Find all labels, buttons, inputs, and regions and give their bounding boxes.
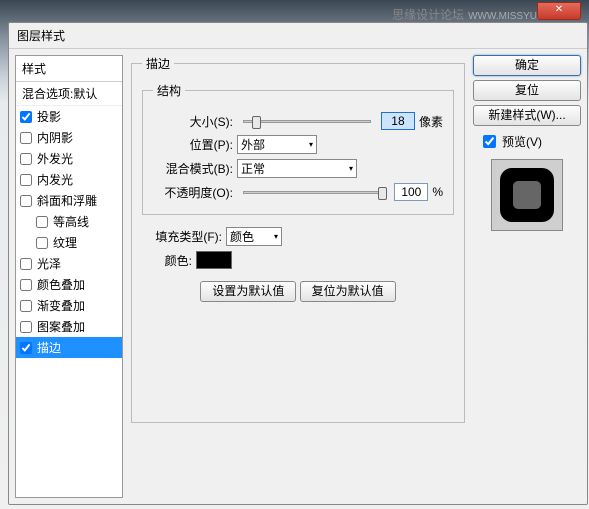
- size-thumb[interactable]: [252, 116, 261, 129]
- style-label: 描边: [37, 339, 61, 356]
- style-item-4[interactable]: 斜面和浮雕: [16, 190, 122, 211]
- filltype-select[interactable]: 颜色▾: [226, 227, 282, 246]
- size-unit: 像素: [419, 113, 443, 130]
- style-item-3[interactable]: 内发光: [16, 169, 122, 190]
- style-label: 颜色叠加: [37, 276, 85, 293]
- style-label: 光泽: [37, 255, 61, 272]
- preview-inner: [513, 181, 541, 209]
- settings-panel: 描边 结构 大小(S): 像素 位置(P): 外部▾ 混合模式(B):: [131, 55, 465, 498]
- structure-title: 结构: [153, 82, 185, 99]
- preview-shape: [500, 168, 554, 222]
- style-item-10[interactable]: 图案叠加: [16, 316, 122, 337]
- style-item-2[interactable]: 外发光: [16, 148, 122, 169]
- blendmode-label: 混合模式(B):: [153, 160, 233, 177]
- style-checkbox[interactable]: [36, 216, 48, 228]
- style-checkbox[interactable]: [20, 300, 32, 312]
- close-button[interactable]: ✕: [537, 2, 581, 20]
- opacity-input[interactable]: [394, 183, 428, 201]
- style-checkbox[interactable]: [20, 195, 32, 207]
- styles-header[interactable]: 样式: [16, 56, 122, 82]
- style-label: 纹理: [53, 234, 77, 251]
- dialog-title: 图层样式: [9, 23, 587, 49]
- style-checkbox[interactable]: [20, 174, 32, 186]
- cancel-button[interactable]: 复位: [473, 80, 581, 101]
- opacity-label: 不透明度(O):: [153, 184, 233, 201]
- size-slider[interactable]: [243, 120, 371, 123]
- reset-default-button[interactable]: 复位为默认值: [300, 281, 396, 302]
- style-checkbox[interactable]: [20, 153, 32, 165]
- style-label: 内发光: [37, 171, 73, 188]
- style-label: 内阴影: [37, 129, 73, 146]
- blend-options-item[interactable]: 混合选项:默认: [16, 82, 122, 106]
- style-label: 图案叠加: [37, 318, 85, 335]
- style-checkbox[interactable]: [20, 258, 32, 270]
- position-label: 位置(P):: [153, 136, 233, 153]
- ok-button[interactable]: 确定: [473, 55, 581, 76]
- blendmode-select[interactable]: 正常▾: [237, 159, 357, 178]
- style-checkbox[interactable]: [20, 321, 32, 333]
- style-checkbox[interactable]: [20, 279, 32, 291]
- size-label: 大小(S):: [153, 113, 233, 130]
- size-input[interactable]: [381, 112, 415, 130]
- style-item-11[interactable]: 描边: [16, 337, 122, 358]
- set-default-button[interactable]: 设置为默认值: [200, 281, 296, 302]
- style-checkbox[interactable]: [36, 237, 48, 249]
- style-item-7[interactable]: 光泽: [16, 253, 122, 274]
- styles-list: 样式 混合选项:默认 投影内阴影外发光内发光斜面和浮雕等高线纹理光泽颜色叠加渐变…: [15, 55, 123, 498]
- color-swatch[interactable]: [196, 251, 232, 269]
- opacity-slider[interactable]: [243, 191, 384, 194]
- style-item-8[interactable]: 颜色叠加: [16, 274, 122, 295]
- style-item-6[interactable]: 纹理: [16, 232, 122, 253]
- style-checkbox[interactable]: [20, 111, 32, 123]
- style-label: 等高线: [53, 213, 89, 230]
- style-item-5[interactable]: 等高线: [16, 211, 122, 232]
- preview-checkbox[interactable]: 预览(V): [479, 132, 581, 151]
- style-label: 渐变叠加: [37, 297, 85, 314]
- filltype-label: 填充类型(F):: [142, 228, 222, 245]
- style-item-9[interactable]: 渐变叠加: [16, 295, 122, 316]
- style-checkbox[interactable]: [20, 342, 32, 354]
- preview-box: [491, 159, 563, 231]
- style-item-0[interactable]: 投影: [16, 106, 122, 127]
- style-item-1[interactable]: 内阴影: [16, 127, 122, 148]
- panel-title: 描边: [142, 55, 174, 72]
- style-checkbox[interactable]: [20, 132, 32, 144]
- style-label: 斜面和浮雕: [37, 192, 97, 209]
- style-label: 投影: [37, 108, 61, 125]
- style-label: 外发光: [37, 150, 73, 167]
- position-select[interactable]: 外部▾: [237, 135, 317, 154]
- preview-checkbox-input[interactable]: [483, 135, 496, 148]
- opacity-thumb[interactable]: [378, 187, 387, 200]
- layer-style-dialog: 图层样式 样式 混合选项:默认 投影内阴影外发光内发光斜面和浮雕等高线纹理光泽颜…: [8, 22, 588, 505]
- new-style-button[interactable]: 新建样式(W)...: [473, 105, 581, 126]
- action-column: 确定 复位 新建样式(W)... 预览(V): [473, 55, 581, 498]
- color-label: 颜色:: [142, 252, 192, 269]
- opacity-unit: %: [432, 185, 443, 199]
